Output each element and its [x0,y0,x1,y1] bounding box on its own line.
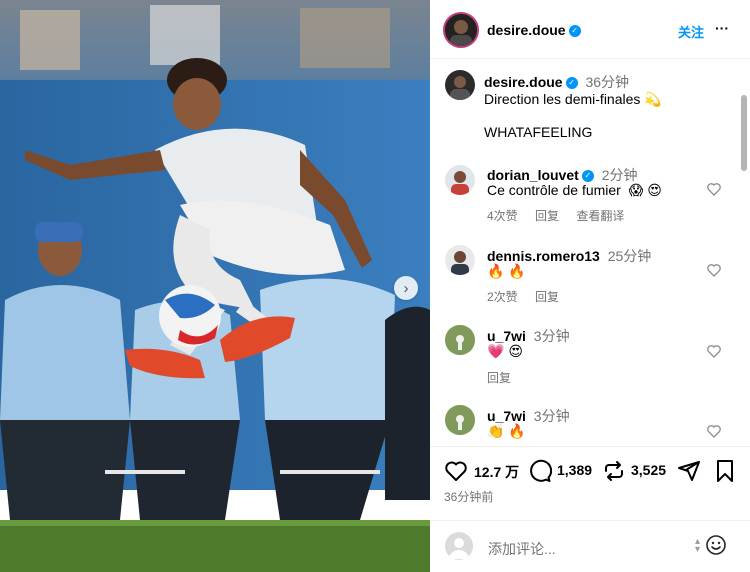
comment-time: 2分钟 [601,167,638,183]
header-divider [430,58,750,59]
caption-line-2: WHATAFEELING [484,124,593,140]
actions-divider [430,446,750,447]
photo-illustration [0,0,430,572]
comment-text: Ce contrôle de fumier 😱 😍 [487,182,662,198]
verified-icon: ✓ [565,77,578,90]
repost-icon[interactable] [602,459,626,483]
comment-text: 💗 😍 [487,343,523,359]
caption-line-1: Direction les demi-finales 💫 [484,91,662,107]
chevron-right-icon: › [403,279,409,297]
caption-time: 36分钟 [585,74,630,90]
post-photo[interactable]: › [0,0,430,572]
more-options-button[interactable]: ··· [715,20,729,36]
sparkle-emoji: 💫 [644,91,662,107]
reply-button[interactable]: 回复 [535,290,559,304]
comment-likes[interactable]: 4次赞 [487,209,518,223]
caption-author[interactable]: desire.doue ✓ 36分钟 [484,72,629,92]
reply-button[interactable]: 回复 [535,209,559,223]
comment-input[interactable]: 添加评论... [488,539,556,559]
comment-avatar[interactable] [445,405,475,435]
comment-avatar[interactable] [445,165,475,195]
reposts-count[interactable]: 3,525 [631,462,666,478]
emoji-icon[interactable] [705,534,727,556]
post-timestamp: 36分钟前 [444,490,494,504]
comment-text: 👏 🔥 [487,423,526,439]
heart-icon[interactable] [444,459,468,483]
verified-icon: ✓ [581,170,594,183]
translate-button[interactable]: 查看翻译 [576,209,624,223]
next-photo-button[interactable]: › [394,276,418,300]
comment-time: 25分钟 [607,248,652,264]
comment-time: 3分钟 [533,328,570,344]
comment-avatar[interactable] [445,325,475,355]
composer-divider [430,520,750,521]
heart-icon[interactable] [706,423,722,439]
share-icon[interactable] [677,459,701,483]
comment-icon[interactable] [528,459,552,483]
comment-meta: 2次赞 回复 [487,288,573,305]
heart-icon[interactable] [706,181,722,197]
likes-count[interactable]: 12.7 万 [474,462,519,482]
follow-button[interactable]: 关注 [678,22,704,41]
author-name[interactable]: desire.doue ✓ [487,22,581,38]
comments-count[interactable]: 1,389 [557,462,592,478]
verified-icon: ✓ [568,25,581,38]
heart-icon[interactable] [706,262,722,278]
scrollbar-thumb[interactable] [741,95,747,171]
post-side-panel: desire.doue ✓ 关注 ··· desire.doue ✓ 36分钟 Di… [430,0,750,572]
comment-meta: 4次赞 回复 查看翻译 [487,207,638,224]
comment-time: 3分钟 [533,408,570,424]
heart-icon[interactable] [706,343,722,359]
reply-button[interactable]: 回复 [487,371,511,385]
bookmark-icon[interactable] [714,459,736,483]
comment-text: 🔥 🔥 [487,263,526,279]
comment-meta: 回复 [487,369,525,386]
author-avatar[interactable] [443,12,479,48]
caption-avatar[interactable] [445,70,475,100]
comment-likes[interactable]: 2次赞 [487,290,518,304]
resize-handle-icon[interactable]: ▴ ▾ [695,537,700,555]
comment-avatar[interactable] [445,245,475,275]
current-user-avatar [445,532,473,560]
